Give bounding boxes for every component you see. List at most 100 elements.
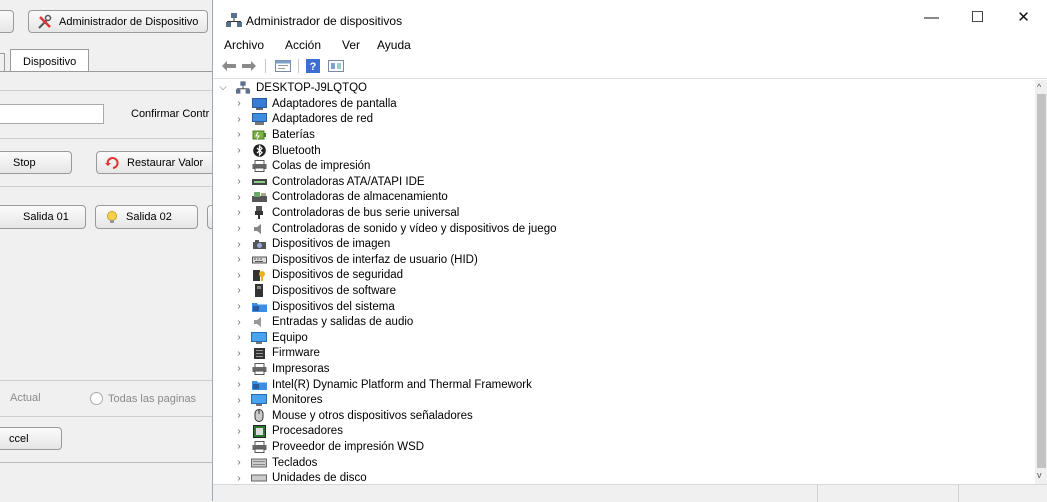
tree-item[interactable]: › Mouse y otros dispositivos señaladores [233, 408, 473, 424]
chevron-right-icon[interactable]: › [233, 301, 245, 312]
tree-item[interactable]: › Controladoras ATA/ATAPI IDE [233, 174, 425, 190]
partial-toolbar-button[interactable] [0, 10, 14, 33]
chevron-right-icon[interactable]: › [233, 457, 245, 468]
password-input[interactable] [0, 104, 104, 124]
menu-archivo[interactable]: Archivo [224, 38, 264, 52]
tree-item[interactable]: › Dispositivos de imagen [233, 236, 390, 252]
chevron-right-icon[interactable]: › [233, 223, 245, 234]
tree-item[interactable]: › Dispositivos de software [233, 283, 396, 299]
tree-item[interactable]: › Dispositivos de interfaz de usuario (HI… [233, 252, 477, 268]
chevron-right-icon[interactable]: › [233, 426, 245, 437]
chevron-right-icon[interactable]: › [233, 145, 245, 156]
menu-ver[interactable]: Ver [342, 38, 360, 52]
tree-item[interactable]: › Controladoras de almacenamiento [233, 190, 447, 206]
chevron-right-icon[interactable]: › [233, 332, 245, 343]
audio-icon [251, 316, 267, 329]
chevron-right-icon[interactable]: › [233, 270, 245, 281]
section-divider [0, 90, 212, 91]
chevron-right-icon[interactable]: › [233, 441, 245, 452]
mouse-icon [251, 409, 267, 423]
light-bulb-icon [104, 209, 120, 225]
menu-accion[interactable]: Acción [285, 38, 321, 52]
tree-root[interactable]: ⌵ DESKTOP-J9LQTQO [217, 80, 367, 96]
chevron-right-icon[interactable]: › [233, 207, 245, 218]
device-tree[interactable]: ⌵ DESKTOP-J9LQTQO › Adaptadores de pantal… [213, 80, 1035, 484]
storage-controller-icon [251, 191, 267, 204]
restore-values-button[interactable]: Restaurar Valor [96, 151, 212, 174]
output-01-button[interactable]: Salida 01 [0, 205, 86, 229]
radio-actual-label: Actual [10, 392, 41, 404]
stop-button[interactable]: Stop [0, 151, 72, 174]
tree-item[interactable]: › Adaptadores de red [233, 112, 373, 128]
device-manager-launch-label: Administrador de Dispositivo [59, 15, 199, 28]
tree-item-label: Monitores [272, 394, 323, 407]
tree-item[interactable]: › Proveedor de impresión WSD [233, 439, 424, 455]
export-excel-button[interactable]: ccel [0, 427, 62, 450]
radio-actual[interactable]: Actual [10, 392, 41, 404]
scroll-down-icon[interactable]: v [1037, 470, 1042, 480]
tree-item-label: Entradas y salidas de audio [272, 316, 414, 329]
radio-all-pages[interactable]: Todas las paginas [90, 392, 196, 405]
chevron-right-icon[interactable]: › [233, 129, 245, 140]
output-02-button[interactable]: Salida 02 [95, 205, 198, 229]
tree-item-label: Proveedor de impresión WSD [272, 440, 425, 453]
tree-item[interactable]: › Controladoras de sonido y vídeo y dispo… [233, 221, 556, 237]
device-manager-window: Administrador de dispositivos — ☐ ✕ Arch… [212, 0, 1047, 502]
chevron-right-icon[interactable]: › [233, 348, 245, 359]
tree-item-label: Procesadores [272, 425, 343, 438]
chevron-right-icon[interactable]: › [233, 363, 245, 374]
tree-item[interactable]: › Teclados [233, 455, 317, 471]
tree-item[interactable]: › Entradas y salidas de audio [233, 314, 413, 330]
chevron-right-icon[interactable]: › [233, 395, 245, 406]
chevron-right-icon[interactable]: › [233, 161, 245, 172]
menu-ayuda[interactable]: Ayuda [377, 38, 411, 52]
chevron-right-icon[interactable]: › [233, 239, 245, 250]
tree-item[interactable]: › Dispositivos de seguridad [233, 268, 403, 284]
tree-item-label: Dispositivos de imagen [272, 238, 391, 251]
vertical-scrollbar[interactable]: ^ v [1035, 80, 1047, 484]
chevron-right-icon[interactable]: › [233, 98, 245, 109]
output-01-label: Salida 01 [23, 211, 69, 223]
tab-dispositivo[interactable]: Dispositivo [10, 49, 89, 72]
tree-item[interactable]: › Firmware [233, 346, 320, 362]
tree-item[interactable]: › Equipo [233, 330, 308, 346]
device-manager-launch-button[interactable]: Administrador de Dispositivo [28, 10, 208, 33]
show-hidden-icon[interactable] [327, 58, 345, 74]
tree-item[interactable]: › Bluetooth [233, 143, 321, 159]
close-button[interactable]: ✕ [1001, 0, 1046, 34]
tree-item[interactable]: › Procesadores [233, 424, 343, 440]
help-icon[interactable]: ? [305, 58, 321, 74]
tree-item[interactable]: › Colas de impresión [233, 158, 370, 174]
tree-item[interactable]: › Adaptadores de pantalla [233, 96, 397, 112]
chevron-right-icon[interactable]: › [233, 473, 245, 484]
tools-icon [37, 14, 53, 30]
chevron-right-icon[interactable]: › [233, 114, 245, 125]
chevron-right-icon[interactable]: › [233, 317, 245, 328]
tree-item-label: Adaptadores de pantalla [272, 97, 397, 110]
minimize-button[interactable]: — [909, 0, 954, 34]
chevron-right-icon[interactable]: › [233, 379, 245, 390]
tree-item[interactable]: › Intel(R) Dynamic Platform and Thermal F… [233, 377, 532, 393]
tab-partial[interactable] [0, 53, 5, 71]
chevron-right-icon[interactable]: › [233, 192, 245, 203]
tree-item[interactable]: › Baterías [233, 127, 315, 143]
tree-item[interactable]: › Dispositivos del sistema [233, 299, 394, 315]
chevron-down-icon[interactable]: ⌵ [217, 82, 229, 93]
scrollbar-thumb[interactable] [1037, 94, 1046, 468]
maximize-button[interactable]: ☐ [955, 0, 1000, 34]
back-arrow-icon[interactable] [221, 58, 237, 74]
tree-item[interactable]: › Controladoras de bus serie universal [233, 205, 459, 221]
title-bar[interactable]: Administrador de dispositivos — ☐ ✕ [213, 0, 1047, 34]
tree-item[interactable]: › Unidades de disco [233, 470, 366, 484]
chevron-right-icon[interactable]: › [233, 176, 245, 187]
scroll-up-icon[interactable]: ^ [1037, 82, 1041, 92]
chevron-right-icon[interactable]: › [233, 254, 245, 265]
forward-arrow-icon[interactable] [241, 58, 257, 74]
tree-item-label: Equipo [272, 331, 308, 344]
tree-item[interactable]: › Monitores [233, 392, 323, 408]
properties-icon[interactable] [274, 58, 292, 74]
tree-item-label: Controladoras ATA/ATAPI IDE [272, 175, 425, 188]
tree-item[interactable]: › Impresoras [233, 361, 330, 377]
chevron-right-icon[interactable]: › [233, 410, 245, 421]
chevron-right-icon[interactable]: › [233, 285, 245, 296]
